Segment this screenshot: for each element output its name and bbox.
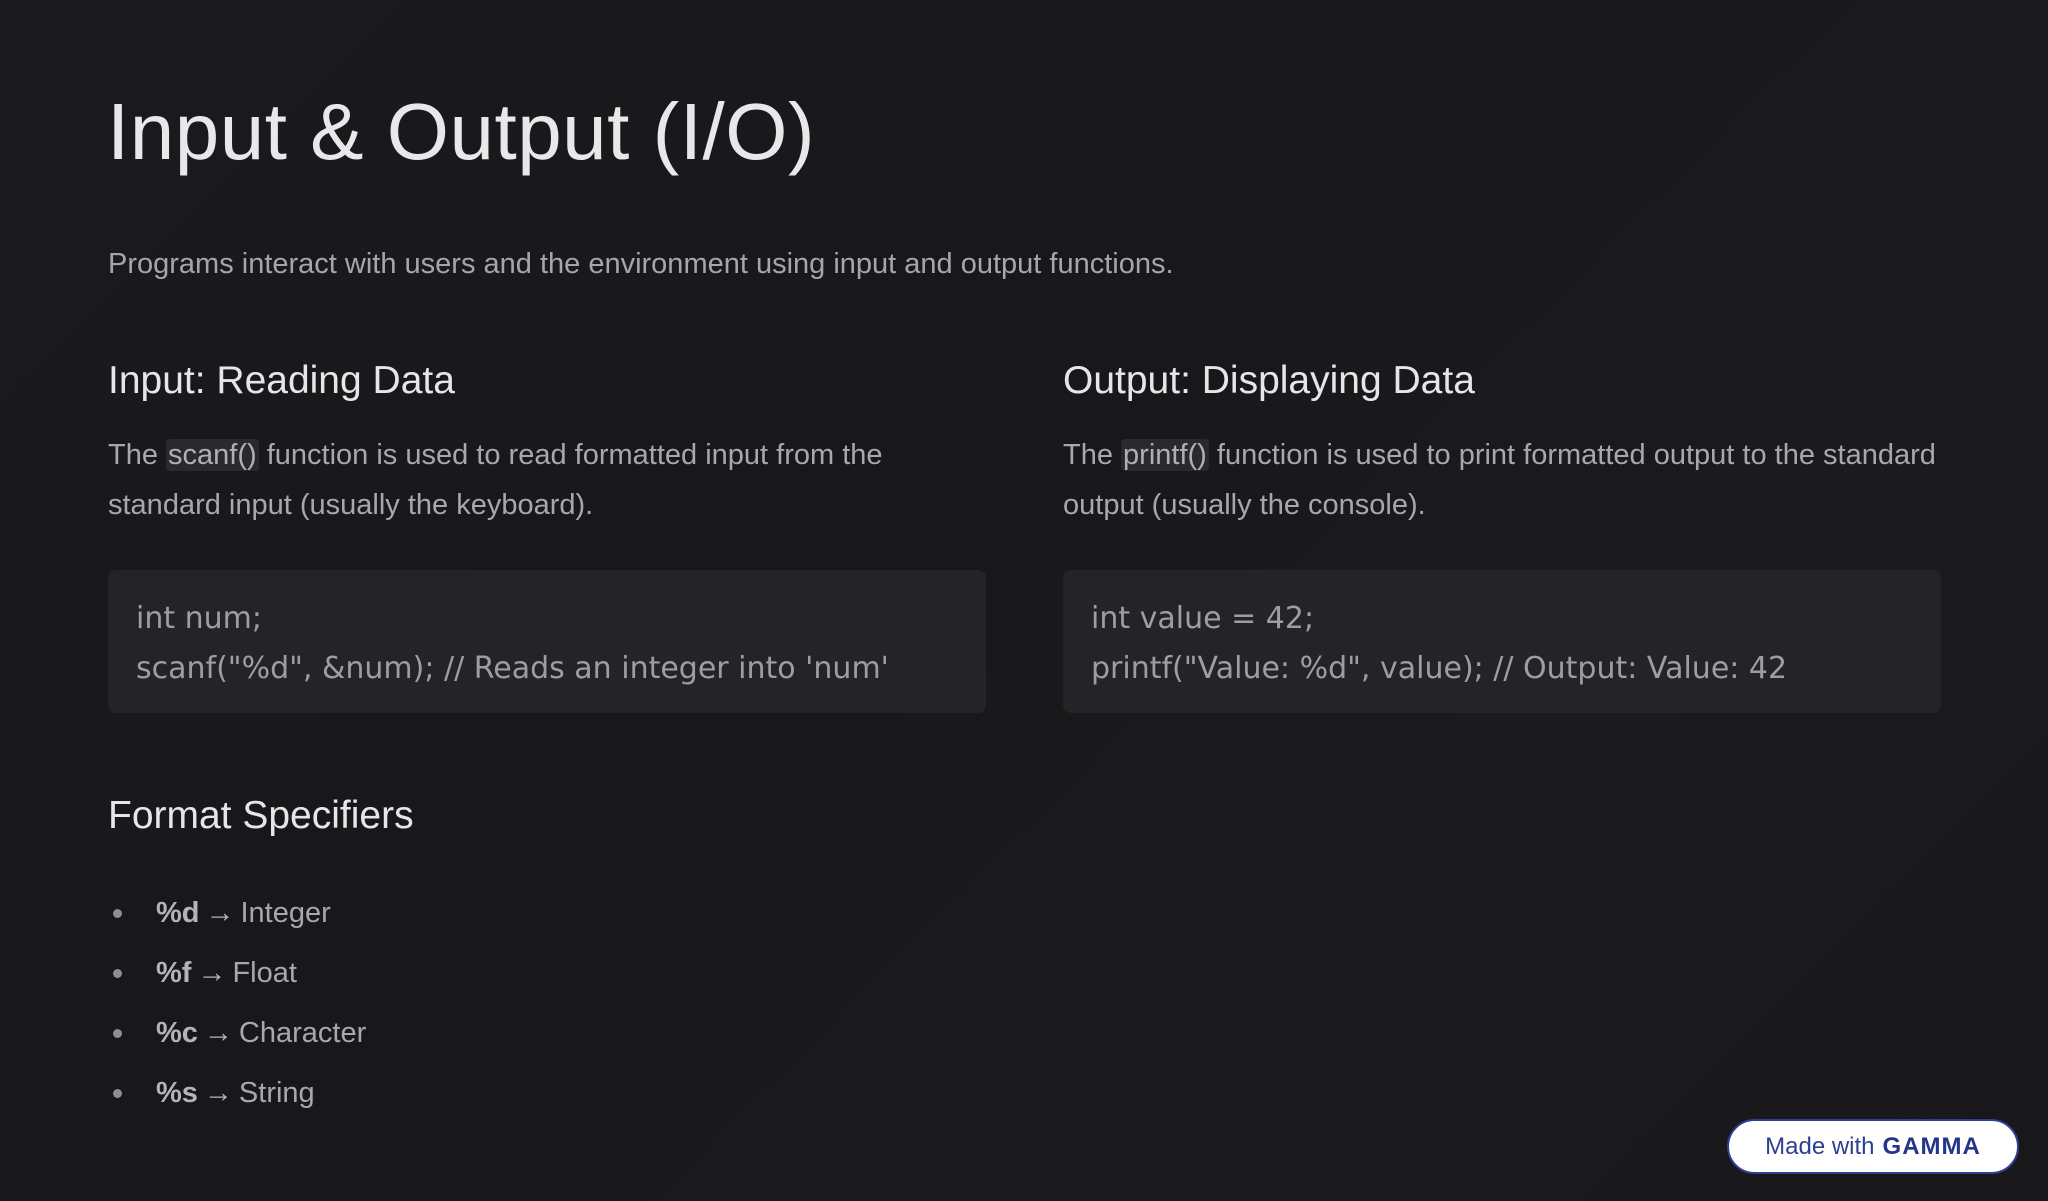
input-description: The scanf() function is used to read for… (108, 430, 988, 530)
list-item: %f → Float (108, 946, 366, 1006)
slide-title: Input & Output (I/O) (107, 87, 816, 176)
input-text-before: The (108, 439, 167, 471)
input-code-line: scanf("%d", &num); // Reads an integer i… (136, 651, 889, 686)
specifier-meaning: Integer (240, 897, 331, 929)
arrow-right-icon: → (205, 897, 235, 929)
specifier-meaning: Character (238, 1017, 367, 1049)
list-item: %d → Integer (108, 886, 366, 946)
specifier-code: %c (156, 1017, 198, 1049)
format-specifiers-list: %d → Integer %f → Float %c → Character %s → Stri… (108, 886, 366, 1126)
bullet-icon (113, 1029, 122, 1038)
output-code-line: int value = 42; (1091, 601, 1315, 636)
bullet-icon (113, 1089, 122, 1098)
specifier-code: %d (156, 897, 200, 929)
input-heading: Input: Reading Data (108, 359, 455, 402)
output-heading: Output: Displaying Data (1063, 359, 1475, 402)
arrow-right-icon: → (203, 1077, 233, 1109)
badge-prefix: Made with (1765, 1132, 1875, 1160)
arrow-right-icon: → (203, 1017, 233, 1049)
specifier-meaning: Float (232, 957, 297, 989)
input-code-block: int num; scanf("%d", &num); // Reads an … (108, 570, 986, 713)
arrow-right-icon: → (197, 957, 227, 989)
bullet-icon (113, 909, 122, 918)
output-description: The printf() function is used to print f… (1063, 430, 1943, 530)
input-section: Input: Reading Data The scanf() function… (108, 356, 988, 530)
input-code-line: int num; (136, 601, 263, 636)
printf-inline-code: printf() (1121, 439, 1209, 471)
made-with-gamma-badge[interactable]: Made with GAMMA (1727, 1119, 2019, 1174)
specifier-code: %s (156, 1077, 198, 1109)
bullet-icon (113, 969, 122, 978)
gamma-logo: GAMMA (1882, 1132, 1981, 1160)
output-code-line: printf("Value: %d", value); // Output: V… (1091, 651, 1788, 686)
output-code-block: int value = 42; printf("Value: %d", valu… (1063, 570, 1941, 713)
slide: Input & Output (I/O) Programs interact w… (0, 0, 2048, 1201)
scanf-inline-code: scanf() (166, 439, 259, 471)
list-item: %c → Character (108, 1006, 366, 1066)
output-section: Output: Displaying Data The printf() fun… (1063, 356, 1943, 530)
list-item: %s → String (108, 1066, 366, 1126)
specifier-meaning: String (238, 1077, 315, 1109)
specifier-code: %f (156, 957, 192, 989)
slide-subtitle: Programs interact with users and the env… (108, 248, 1174, 280)
output-text-before: The (1063, 439, 1122, 471)
format-specifiers-heading: Format Specifiers (108, 794, 414, 837)
